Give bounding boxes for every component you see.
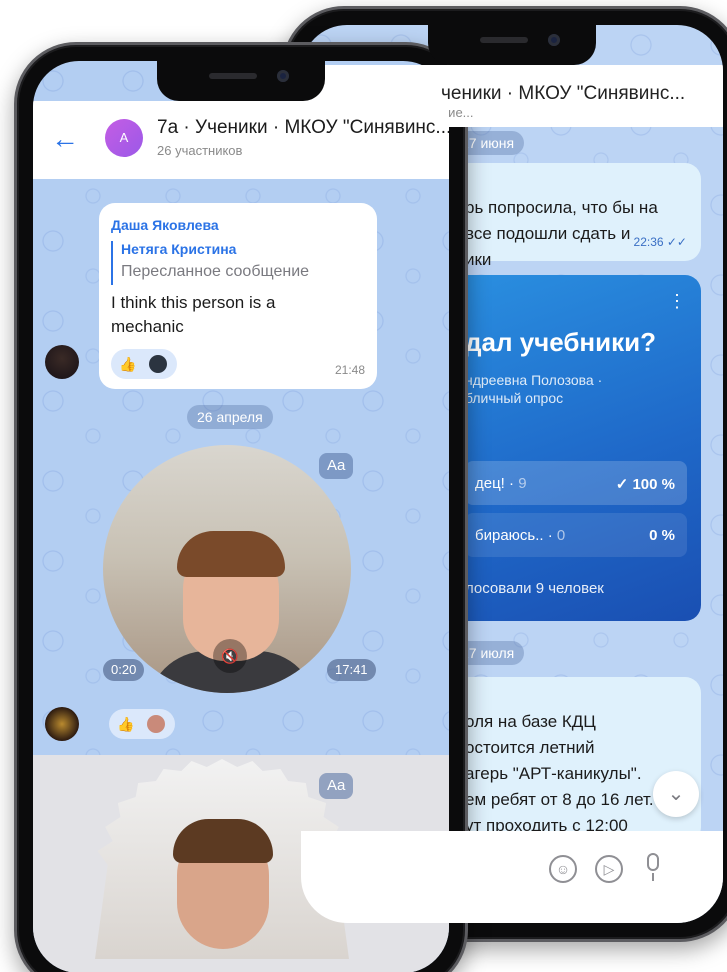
video-frame-hair bbox=[177, 531, 285, 577]
forward-bar bbox=[111, 241, 113, 285]
chat-header[interactable]: ← A 7а · Ученики · МКОУ "Синявинс... 26 … bbox=[33, 101, 449, 179]
poll-option-percent: 0 % bbox=[649, 527, 675, 544]
poll-option[interactable]: дец! · 9 ✓ 100 % bbox=[465, 461, 687, 505]
chat-subtitle: 26 участников bbox=[157, 143, 243, 158]
message-bubble[interactable]: оля на базе КДЦ остоится летний агерь "А… bbox=[451, 677, 701, 843]
forwarded-note: Пересланное сообщение bbox=[121, 263, 310, 280]
message-text: оля на базе КДЦ остоится летний агерь "А… bbox=[465, 712, 654, 835]
message-sender[interactable]: Даша Яковлева bbox=[111, 217, 219, 233]
message-text: I think this person is a mechanic bbox=[111, 293, 276, 336]
reactor-avatar bbox=[147, 715, 165, 733]
video-duration: 0:20 bbox=[103, 659, 145, 681]
poll-option-count: 9 bbox=[518, 475, 527, 492]
mute-icon[interactable]: 🔇 bbox=[213, 639, 247, 673]
phone-notch bbox=[428, 25, 596, 65]
transcribe-button[interactable]: Aa bbox=[319, 773, 354, 799]
reactions[interactable]: 👍 bbox=[109, 709, 175, 739]
poll-voted-count: лосовали 9 человек bbox=[465, 580, 604, 597]
avatar[interactable] bbox=[45, 707, 79, 741]
thumbs-up-icon: 👍 bbox=[117, 716, 135, 732]
poll-option-label: дец! bbox=[475, 475, 505, 492]
reactor-avatar bbox=[149, 355, 167, 373]
message-text: рь попросила, что бы на все подошли сдат… bbox=[465, 198, 658, 269]
video-time: 17:41 bbox=[327, 659, 376, 681]
video-frame-hair bbox=[173, 819, 273, 863]
video-note[interactable]: 🔇 bbox=[103, 445, 351, 693]
forwarded-from[interactable]: Нетяга Кристина bbox=[121, 241, 236, 257]
phone-notch bbox=[157, 61, 325, 101]
avatar[interactable]: A bbox=[105, 119, 143, 157]
poll-title: дал учебники? bbox=[465, 327, 657, 357]
message-time: 21:48 bbox=[334, 363, 365, 377]
reactions[interactable]: 👍 bbox=[111, 349, 177, 379]
date-pill: 26 апреля bbox=[187, 405, 273, 429]
poll-option-label: бираюсь.. bbox=[475, 527, 544, 544]
thumbs-up-icon: 👍 bbox=[119, 356, 137, 372]
poll-option[interactable]: бираюсь.. · 0 0 % bbox=[465, 513, 687, 557]
message-bubble[interactable]: Даша Яковлева Нетяга Кристина Пересланно… bbox=[99, 203, 377, 389]
message-input-bar[interactable]: ☺ ▷ bbox=[301, 831, 723, 923]
avatar[interactable] bbox=[45, 345, 79, 379]
message-bubble[interactable]: рь попросила, что бы на все подошли сдат… bbox=[451, 163, 701, 269]
scroll-down-icon[interactable]: ⌄ bbox=[653, 771, 699, 817]
chat-title: ченики · МКОУ "Синявинс... bbox=[441, 83, 686, 104]
poll-card[interactable]: ⋮ дал учебники? ндреевна Полозова · блич… bbox=[451, 275, 701, 621]
video-message-icon[interactable]: ▷ bbox=[595, 855, 623, 883]
poll-option-percent: ✓ 100 % bbox=[615, 476, 675, 493]
transcribe-button[interactable]: Aa bbox=[319, 453, 354, 479]
microphone-icon[interactable] bbox=[645, 853, 661, 883]
chat-title: 7а · Ученики · МКОУ "Синявинс... bbox=[157, 117, 449, 138]
more-options-icon[interactable]: ⋮ bbox=[668, 291, 687, 312]
message-time: 22:36 ✓✓ bbox=[633, 235, 687, 249]
poll-author: ндреевна Полозова · бличный опрос bbox=[465, 372, 603, 406]
back-arrow-icon[interactable]: ← bbox=[51, 123, 79, 155]
emoji-icon[interactable]: ☺ bbox=[549, 855, 577, 883]
poll-option-count: 0 bbox=[556, 527, 566, 544]
